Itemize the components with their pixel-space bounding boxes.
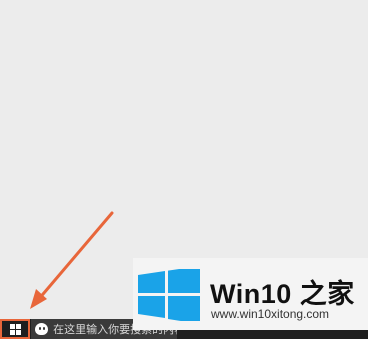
watermark-url: www.win10xitong.com xyxy=(211,307,330,321)
cortana-icon xyxy=(35,323,49,335)
watermark: Win10 之家 www.win10xitong.com xyxy=(133,258,368,330)
windows-flag-logo-icon xyxy=(138,269,200,321)
start-button[interactable] xyxy=(0,319,30,339)
windows-logo-icon xyxy=(9,323,21,335)
watermark-title: Win10 之家 xyxy=(210,279,355,309)
